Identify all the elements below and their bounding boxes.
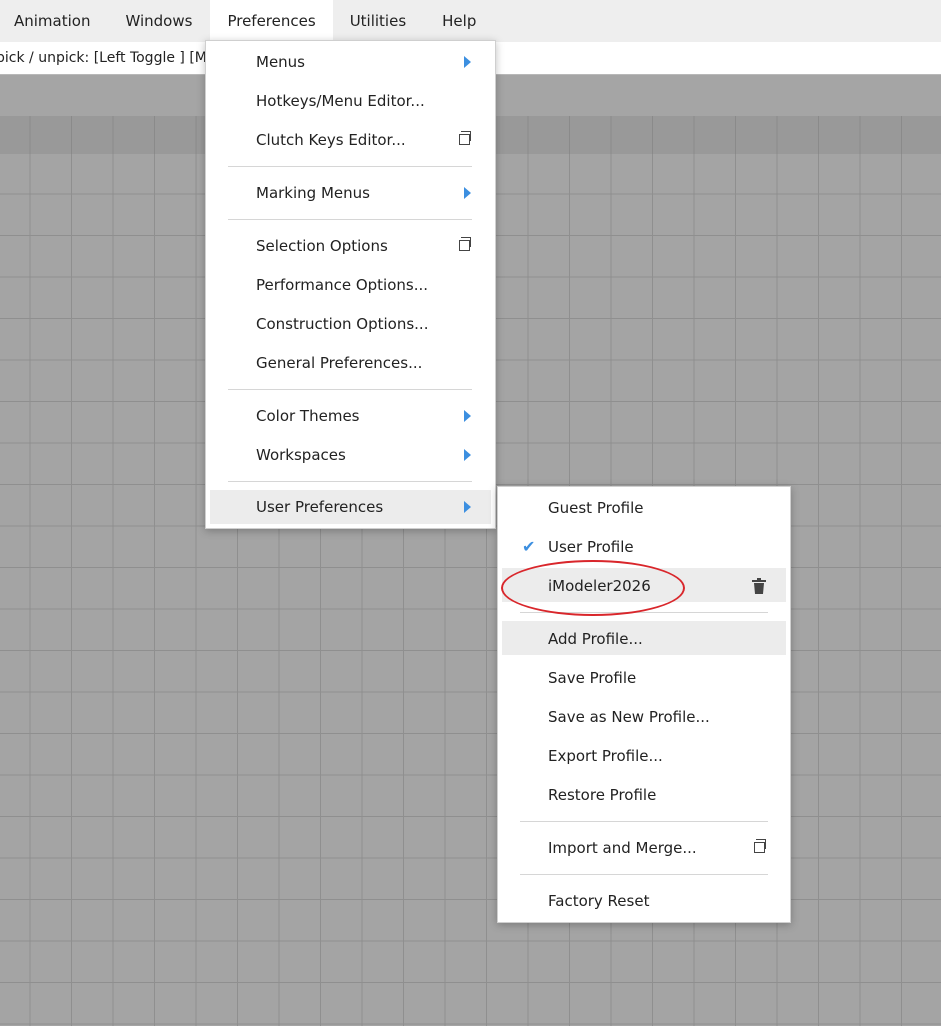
menu-item-selection-options[interactable]: Selection Options: [210, 228, 491, 264]
menu-help[interactable]: Help: [423, 0, 493, 42]
menu-item-imodeler2026[interactable]: iModeler2026: [502, 568, 786, 602]
menu-separator: [520, 612, 768, 613]
menu-windows[interactable]: Windows: [107, 0, 209, 42]
menu-item-label: Restore Profile: [548, 786, 657, 804]
menu-item-label: Hotkeys/Menu Editor...: [256, 92, 425, 110]
menu-item-label: Guest Profile: [548, 499, 644, 517]
menu-item-hotkeys[interactable]: Hotkeys/Menu Editor...: [210, 83, 491, 119]
menu-item-label: Menus: [256, 53, 305, 71]
menu-item-label: Workspaces: [256, 446, 346, 464]
submenu-arrow-icon: [464, 187, 471, 199]
menu-item-user-preferences[interactable]: User Preferences: [210, 490, 491, 524]
submenu-arrow-icon: [464, 501, 471, 513]
submenu-arrow-icon: [464, 410, 471, 422]
menu-separator: [228, 481, 472, 482]
menu-separator: [520, 821, 768, 822]
menu-item-label: Performance Options...: [256, 276, 429, 294]
option-box-icon[interactable]: [459, 131, 471, 145]
menu-item-label: Export Profile...: [548, 747, 663, 765]
trash-icon[interactable]: [752, 578, 766, 594]
menu-item-workspaces[interactable]: Workspaces: [210, 437, 491, 473]
menu-item-construction-options[interactable]: Construction Options...: [210, 306, 491, 342]
option-box-icon[interactable]: [754, 839, 766, 853]
menu-item-label: Factory Reset: [548, 892, 650, 910]
menu-separator: [228, 389, 472, 390]
menu-item-user-profile[interactable]: ✔ User Profile: [502, 529, 786, 565]
menu-item-label: General Preferences...: [256, 354, 423, 372]
option-box-icon[interactable]: [459, 237, 471, 251]
menu-item-label: Construction Options...: [256, 315, 429, 333]
menu-item-save-profile[interactable]: Save Profile: [502, 660, 786, 696]
menu-preferences[interactable]: Preferences: [210, 0, 333, 42]
menu-item-menus[interactable]: Menus: [210, 44, 491, 80]
menu-item-add-profile[interactable]: Add Profile...: [502, 621, 786, 655]
menu-item-color-themes[interactable]: Color Themes: [210, 398, 491, 434]
menu-item-label: Marking Menus: [256, 184, 370, 202]
menu-separator: [520, 874, 768, 875]
menu-item-label: Clutch Keys Editor...: [256, 131, 406, 149]
menu-separator: [228, 219, 472, 220]
menu-item-label: Selection Options: [256, 237, 388, 255]
menu-item-label: Save as New Profile...: [548, 708, 710, 726]
menu-item-export-profile[interactable]: Export Profile...: [502, 738, 786, 774]
menu-utilities[interactable]: Utilities: [333, 0, 423, 42]
submenu-arrow-icon: [464, 56, 471, 68]
menu-animation[interactable]: Animation: [0, 0, 107, 42]
menu-item-import-and-merge[interactable]: Import and Merge...: [502, 830, 786, 866]
menu-item-restore-profile[interactable]: Restore Profile: [502, 777, 786, 813]
checkmark-icon: ✔: [522, 537, 536, 556]
menu-item-clutch-keys[interactable]: Clutch Keys Editor...: [210, 122, 491, 158]
menu-item-label: Color Themes: [256, 407, 360, 425]
menu-item-guest-profile[interactable]: Guest Profile: [502, 490, 786, 526]
menu-item-performance-options[interactable]: Performance Options...: [210, 267, 491, 303]
menu-separator: [228, 166, 472, 167]
help-line-text: pick / unpick: [Left Toggle ] [Mi: [0, 50, 211, 66]
menu-item-label: User Preferences: [256, 498, 384, 516]
menu-item-save-as-new-profile[interactable]: Save as New Profile...: [502, 699, 786, 735]
menu-item-label: User Profile: [548, 538, 634, 556]
menu-item-label: Import and Merge...: [548, 839, 697, 857]
submenu-arrow-icon: [464, 449, 471, 461]
menu-item-marking-menus[interactable]: Marking Menus: [210, 175, 491, 211]
menu-bar: Animation Windows Preferences Utilities …: [0, 0, 941, 42]
user-preferences-submenu: Guest Profile ✔ User Profile iModeler202…: [497, 486, 791, 923]
menu-item-label: Save Profile: [548, 669, 637, 687]
menu-item-label: Add Profile...: [548, 630, 643, 648]
preferences-menu: Menus Hotkeys/Menu Editor... Clutch Keys…: [205, 40, 496, 529]
menu-item-label: iModeler2026: [548, 577, 651, 595]
menu-item-factory-reset[interactable]: Factory Reset: [502, 883, 786, 919]
menu-item-general-preferences[interactable]: General Preferences...: [210, 345, 491, 381]
